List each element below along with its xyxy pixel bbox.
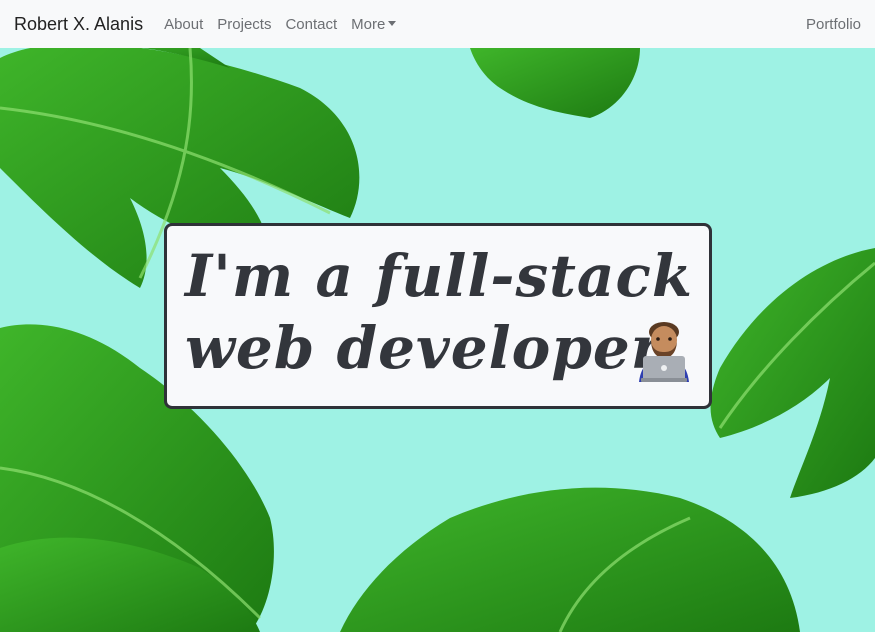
headline-line-2: web developer. <box>185 314 679 382</box>
leaf-top-center <box>470 48 640 118</box>
nav-dropdown-more-label: More <box>351 15 386 33</box>
nav-link-portfolio[interactable]: Portfolio <box>806 16 861 33</box>
nav-link-about[interactable]: About <box>164 16 203 33</box>
nav-link-contact[interactable]: Contact <box>285 16 337 33</box>
top-navbar: Robert X. Alanis About Projects Contact … <box>0 0 875 48</box>
caret-down-icon <box>388 20 397 26</box>
man-technologist-icon <box>639 322 689 382</box>
headline-card: I'm a full-stack web developer. <box>164 223 712 409</box>
headline-line-1: I'm a full-stack <box>185 242 694 310</box>
nav-link-projects[interactable]: Projects <box>217 16 271 33</box>
nav-dropdown-more[interactable]: More <box>351 15 397 33</box>
brand-link[interactable]: Robert X. Alanis <box>14 14 143 35</box>
